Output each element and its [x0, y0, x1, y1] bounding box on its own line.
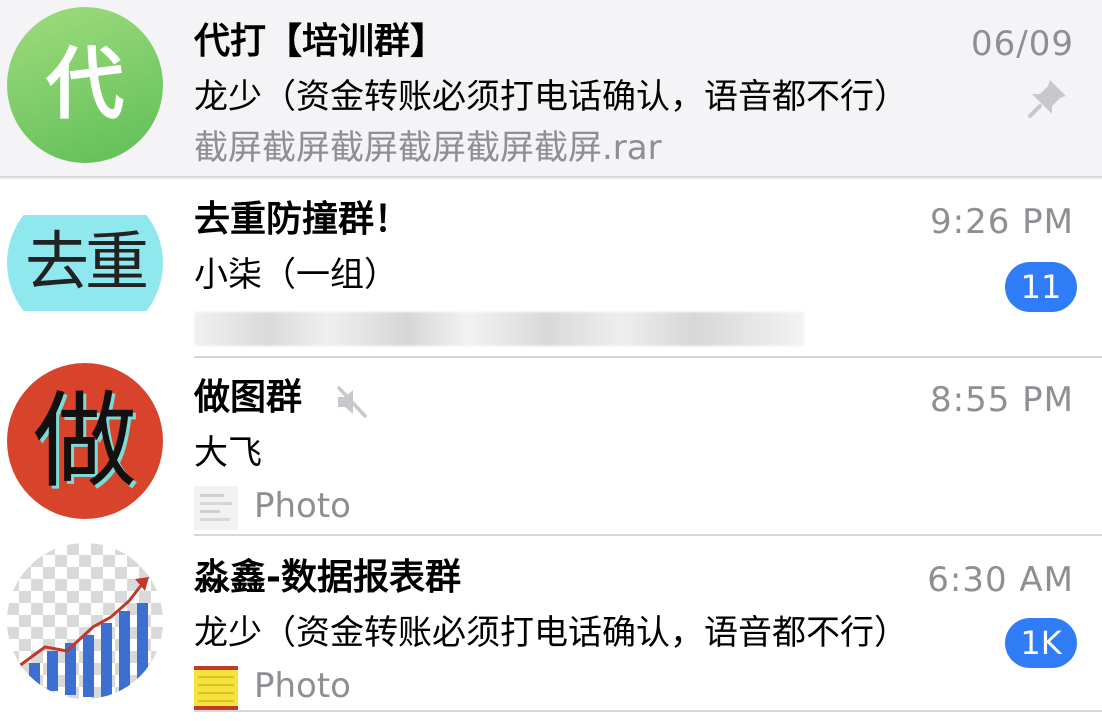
unread-badge: 11	[1005, 262, 1077, 312]
chat-row[interactable]: 做 做图群 8:55 PM 大飞 Photo	[0, 356, 1102, 536]
avatar-initial: 去重	[25, 226, 149, 300]
chat-title: 做图群	[194, 377, 303, 418]
pin-icon	[1028, 80, 1066, 118]
last-message-preview: Photo	[194, 484, 351, 530]
avatar: 去重	[7, 185, 163, 341]
last-sender: 大飞	[194, 433, 262, 473]
avatar	[7, 543, 163, 699]
chat-title: 淼鑫-数据报表群	[194, 557, 461, 598]
photo-thumbnail	[194, 485, 238, 530]
chat-row-pinned[interactable]: 代 代打【培训群】 06/09 龙少（资金转账必须打电话确认，语音都不行） 截屏…	[0, 0, 1102, 180]
avatar: 代	[7, 7, 163, 163]
chat-time: 06/09	[971, 24, 1074, 64]
redacted-preview	[194, 312, 804, 346]
chat-row[interactable]: 淼鑫-数据报表群 6:30 AM 龙少（资金转账必须打电话确认，语音都不行） 1…	[0, 536, 1102, 716]
preview-label: Photo	[254, 486, 351, 526]
chat-time: 8:55 PM	[930, 380, 1074, 420]
preview-label: Photo	[254, 666, 351, 706]
last-sender: 龙少（资金转账必须打电话确认，语音都不行）	[194, 77, 908, 117]
avatar: 做	[7, 363, 163, 519]
mute-icon	[337, 386, 367, 418]
avatar-initial: 做	[32, 380, 137, 502]
chat-time: 6:30 AM	[927, 560, 1074, 600]
bar-chart-growth-icon	[14, 577, 149, 697]
chat-title: 代打【培训群】	[194, 21, 447, 62]
last-message-preview: Photo	[194, 664, 351, 710]
last-sender: 龙少（资金转账必须打电话确认，语音都不行）	[194, 613, 908, 653]
chat-time: 9:26 PM	[930, 202, 1074, 242]
last-message-preview: 截屏截屏截屏截屏截屏截屏.rar	[194, 128, 662, 168]
avatar-initial: 代	[45, 40, 124, 130]
chat-title: 去重防撞群！	[194, 199, 411, 240]
photo-thumbnail	[194, 665, 238, 710]
unread-badge: 1K	[1005, 618, 1077, 668]
last-sender: 小柒（一组）	[194, 255, 398, 295]
row-divider	[194, 710, 1102, 712]
